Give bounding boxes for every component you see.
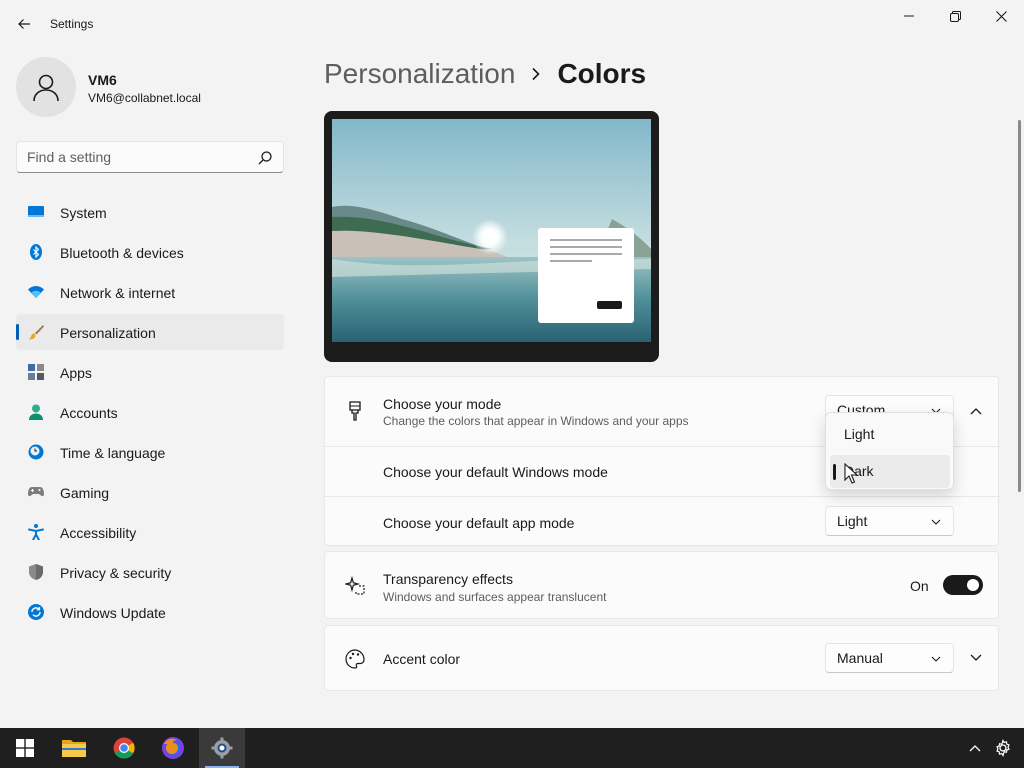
- scrollbar[interactable]: [1018, 120, 1021, 492]
- transparency-title: Transparency effects: [383, 571, 513, 587]
- minimize-button[interactable]: [886, 0, 932, 32]
- arrow-left-icon: [18, 19, 30, 29]
- app-mode-dropdown-value: Light: [837, 513, 868, 529]
- chevron-down-icon: [970, 654, 982, 661]
- file-explorer-icon: [62, 740, 86, 757]
- restore-icon: [949, 10, 961, 22]
- breadcrumb-parent-link[interactable]: Personalization: [324, 58, 515, 90]
- user-email: VM6@collabnet.local: [88, 91, 201, 105]
- accent-title: Accent color: [383, 651, 461, 667]
- collapse-button[interactable]: [961, 396, 991, 426]
- mode-title: Choose your mode: [383, 396, 502, 412]
- wifi-icon: [28, 286, 44, 298]
- sidebar-item-label: Accounts: [60, 405, 118, 421]
- sidebar-item-accounts[interactable]: Accounts: [16, 394, 284, 430]
- settings-taskbar-button[interactable]: [199, 728, 245, 768]
- minimize-icon: [904, 15, 914, 17]
- shield-icon: [29, 564, 43, 580]
- divider: [325, 496, 1000, 497]
- sidebar-item-apps[interactable]: Apps: [16, 354, 284, 390]
- mode-subtitle: Change the colors that appear in Windows…: [383, 414, 689, 428]
- chevron-right-icon: [531, 67, 541, 81]
- close-button[interactable]: [978, 0, 1024, 32]
- start-icon: [16, 739, 34, 757]
- file-explorer-button[interactable]: [51, 728, 97, 768]
- person-icon: [33, 74, 59, 102]
- chevron-down-icon: [931, 519, 941, 525]
- back-button[interactable]: [10, 10, 38, 38]
- sidebar-item-label: Network & internet: [60, 285, 176, 301]
- accent-dropdown-value: Manual: [837, 650, 883, 666]
- settings-gear-icon: [211, 737, 233, 759]
- paintbrush-icon: [349, 401, 361, 421]
- sidebar-item-privacy-security[interactable]: Privacy & security: [16, 554, 284, 590]
- app-mode-label: Choose your default app mode: [383, 515, 575, 531]
- sidebar-item-label: Apps: [60, 365, 92, 381]
- accessibility-icon: [28, 524, 44, 540]
- breadcrumb: Personalization Colors: [324, 58, 646, 90]
- avatar[interactable]: [16, 57, 76, 117]
- start-button[interactable]: [2, 728, 48, 768]
- tray-settings-button[interactable]: [980, 728, 1024, 768]
- app-mode-dropdown[interactable]: Light: [825, 506, 954, 536]
- search-icon[interactable]: [257, 150, 273, 166]
- sidebar-nav: System Bluetooth & devices Network & int…: [16, 194, 284, 634]
- sidebar-item-label: Personalization: [60, 325, 156, 341]
- chevron-down-icon: [931, 656, 941, 662]
- sidebar-item-time-language[interactable]: Time & language: [16, 434, 284, 470]
- person-icon: [29, 404, 43, 420]
- apps-icon: [28, 364, 44, 380]
- taskbar: [0, 728, 1024, 768]
- user-name: VM6: [88, 72, 117, 88]
- mouse-cursor-icon: [844, 463, 858, 484]
- sidebar-item-windows-update[interactable]: Windows Update: [16, 594, 284, 630]
- sidebar-item-label: Bluetooth & devices: [60, 245, 184, 261]
- menu-option-light[interactable]: Light: [830, 418, 950, 451]
- sidebar-item-gaming[interactable]: Gaming: [16, 474, 284, 510]
- sidebar-item-label: Windows Update: [60, 605, 166, 621]
- sidebar-item-label: Gaming: [60, 485, 110, 501]
- paintbrush-icon: [28, 325, 44, 340]
- sidebar-item-label: Privacy & security: [60, 565, 172, 581]
- chrome-button[interactable]: [101, 728, 147, 768]
- theme-preview: [324, 111, 659, 362]
- transparency-state-label: On: [910, 578, 929, 594]
- monitor-icon: [28, 206, 44, 217]
- firefox-icon: [162, 737, 184, 759]
- gear-icon: [996, 739, 1010, 757]
- title-bar: Settings: [0, 0, 1024, 48]
- app-title: Settings: [50, 17, 94, 31]
- toggle-knob: [967, 579, 979, 591]
- windows-mode-label: Choose your default Windows mode: [383, 464, 608, 480]
- firefox-button[interactable]: [150, 728, 196, 768]
- accent-dropdown[interactable]: Manual: [825, 643, 954, 673]
- sidebar-item-personalization[interactable]: Personalization: [16, 314, 284, 350]
- sidebar-item-accessibility[interactable]: Accessibility: [16, 514, 284, 550]
- search-box: [16, 141, 284, 173]
- sidebar-item-network[interactable]: Network & internet: [16, 274, 284, 310]
- page-title: Colors: [557, 58, 647, 89]
- sidebar-item-label: Time & language: [60, 445, 166, 461]
- preview-window-mockup: [538, 228, 634, 323]
- bluetooth-icon: [30, 244, 42, 260]
- transparency-subtitle: Windows and surfaces appear translucent: [383, 590, 607, 604]
- sidebar-item-label: Accessibility: [60, 525, 137, 541]
- accent-color-card: Accent color Manual: [324, 625, 999, 691]
- sidebar-item-bluetooth[interactable]: Bluetooth & devices: [16, 234, 284, 270]
- sidebar-item-label: System: [60, 205, 107, 221]
- transparency-card: Transparency effects Windows and surface…: [324, 551, 999, 619]
- chevron-up-icon: [970, 408, 982, 415]
- chrome-icon: [113, 737, 135, 759]
- sidebar-item-system[interactable]: System: [16, 194, 284, 230]
- close-icon: [995, 10, 1007, 22]
- sparkle-icon: [345, 576, 365, 595]
- restore-button[interactable]: [932, 0, 978, 32]
- expand-button[interactable]: [961, 643, 991, 673]
- gamepad-icon: [28, 487, 44, 497]
- transparency-toggle[interactable]: [943, 575, 983, 595]
- palette-icon: [345, 649, 365, 669]
- sync-icon: [28, 604, 44, 620]
- clock-globe-icon: [28, 444, 44, 460]
- search-input[interactable]: [17, 142, 247, 172]
